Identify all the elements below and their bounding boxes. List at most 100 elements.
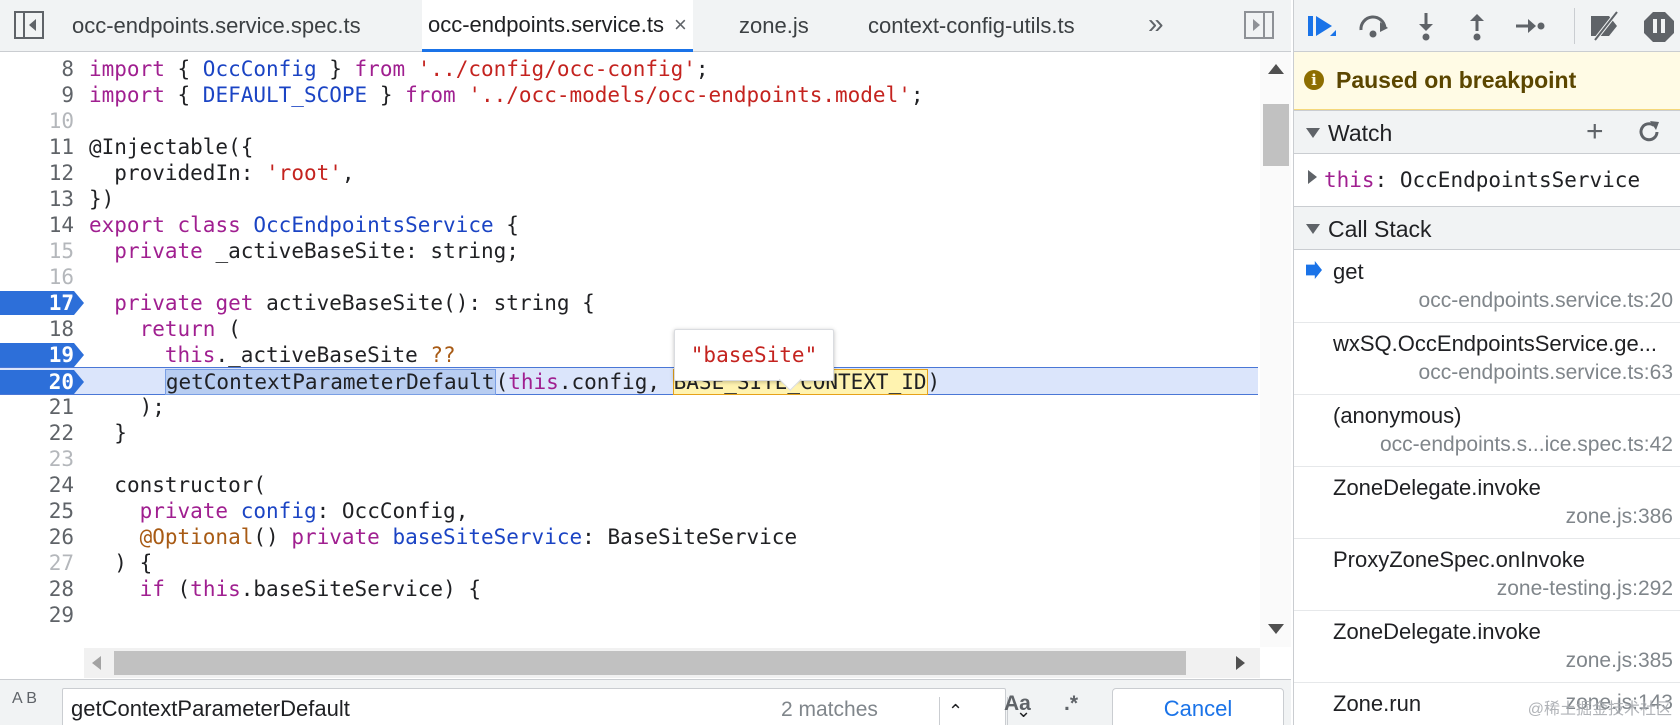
paused-execution-line[interactable]: 20 getContextParameterDefault(this.confi… <box>0 367 1258 395</box>
match-case-toggle[interactable]: Aa <box>1004 692 1031 716</box>
code-line[interactable]: 24 constructor( <box>0 471 1258 499</box>
previous-match-icon[interactable]: ⌃ <box>939 697 971 725</box>
code-line[interactable]: 11 @Injectable({ <box>0 133 1258 161</box>
code-line[interactable]: 13 }) <box>0 185 1258 213</box>
expand-triangle-icon[interactable] <box>1308 170 1317 184</box>
code-line[interactable]: 18 return ( <box>0 315 1258 343</box>
frame-location[interactable]: occ-endpoints.service.ts:20 <box>1419 289 1673 313</box>
tab-context-config-utils[interactable]: context-config-utils.ts <box>862 0 1081 51</box>
code-text: this._activeBaseSite ?? <box>164 343 456 367</box>
collapse-caret-icon[interactable] <box>1306 128 1320 138</box>
call-frame-current[interactable]: get occ-endpoints.service.ts:20 <box>1294 251 1680 323</box>
collapse-caret-icon[interactable] <box>1306 224 1320 234</box>
frame-location[interactable]: zone.js:386 <box>1566 505 1673 529</box>
code-line[interactable]: 23 <box>0 445 1258 473</box>
line-number[interactable]: 12 <box>0 159 74 187</box>
line-number[interactable]: 19 <box>0 341 74 369</box>
watch-expression[interactable]: this: OccEndpointsService <box>1294 156 1680 204</box>
scroll-up-icon[interactable] <box>1268 64 1284 74</box>
scroll-right-icon[interactable] <box>1236 656 1245 670</box>
code-line[interactable]: 22 } <box>0 419 1258 447</box>
step-out-icon[interactable] <box>1460 10 1494 42</box>
code-line[interactable]: 9 import { DEFAULT_SCOPE } from '../occ-… <box>0 81 1258 109</box>
scroll-down-icon[interactable] <box>1268 624 1284 634</box>
code-line[interactable]: 17 private get activeBaseSite(): string … <box>0 289 1258 317</box>
line-number[interactable]: 13 <box>0 185 74 213</box>
tab-occ-endpoints-spec[interactable]: occ-endpoints.service.spec.ts <box>66 0 367 51</box>
debugger-toolbar <box>1294 0 1680 52</box>
call-frame[interactable]: wxSQ.OccEndpointsService.ge... occ-endpo… <box>1294 323 1680 395</box>
code-text: ) { <box>89 551 153 575</box>
add-expression-icon[interactable]: + <box>1586 115 1604 149</box>
scrollbar-thumb[interactable] <box>1263 104 1289 166</box>
line-number[interactable]: 10 <box>0 107 74 135</box>
line-number[interactable]: 23 <box>0 445 74 473</box>
more-tabs-icon[interactable]: » <box>1148 9 1164 39</box>
watch-section-header[interactable]: Watch + <box>1294 110 1680 154</box>
line-number[interactable]: 14 <box>0 211 74 239</box>
line-number[interactable]: 9 <box>0 81 74 109</box>
scroll-left-icon[interactable] <box>92 656 101 670</box>
toggle-debugger-icon[interactable] <box>1244 11 1274 39</box>
refresh-icon[interactable] <box>1636 119 1662 145</box>
step-into-icon[interactable] <box>1409 10 1443 42</box>
code-line[interactable]: 21 ); <box>0 393 1258 421</box>
code-editor[interactable]: 8 import { OccConfig } from '../config/o… <box>0 52 1258 647</box>
tab-occ-endpoints-service[interactable]: occ-endpoints.service.ts × <box>422 0 693 52</box>
code-line[interactable]: 27 ) { <box>0 549 1258 577</box>
code-line[interactable]: 14 export class OccEndpointsService { <box>0 211 1258 239</box>
code-line[interactable]: 28 if (this.baseSiteService) { <box>0 575 1258 603</box>
frame-location[interactable]: occ-endpoints.s...ice.spec.ts:42 <box>1380 433 1673 457</box>
editor-pane: occ-endpoints.service.spec.ts occ-endpoi… <box>0 0 1291 725</box>
code-line[interactable]: 26 @Optional() private baseSiteService: … <box>0 523 1258 551</box>
line-number[interactable]: 8 <box>0 55 74 83</box>
line-number[interactable]: 17 <box>0 289 74 317</box>
code-text: constructor( <box>114 473 267 497</box>
step-icon[interactable] <box>1512 10 1546 42</box>
vertical-scrollbar[interactable] <box>1260 52 1291 647</box>
line-number[interactable]: 18 <box>0 315 74 343</box>
replace-toggle-icon[interactable]: A B <box>12 691 37 707</box>
line-number[interactable]: 24 <box>0 471 74 499</box>
call-frame[interactable]: ProxyZoneSpec.onInvoke zone-testing.js:2… <box>1294 539 1680 611</box>
code-line[interactable]: 8 import { OccConfig } from '../config/o… <box>0 55 1258 83</box>
code-line[interactable]: 29 <box>0 601 1258 629</box>
frame-location[interactable]: zone-testing.js:292 <box>1497 577 1673 601</box>
horizontal-scrollbar[interactable] <box>84 648 1260 678</box>
close-tab-icon[interactable]: × <box>674 12 687 37</box>
code-line[interactable]: 15 private _activeBaseSite: string; <box>0 237 1258 265</box>
code-line[interactable]: 10 <box>0 107 1258 135</box>
code-line[interactable]: 19 this._activeBaseSite ?? <box>0 341 1258 369</box>
tab-zone-js[interactable]: zone.js <box>733 0 815 51</box>
line-number[interactable]: 29 <box>0 601 74 629</box>
code-line[interactable]: 12 providedIn: 'root', <box>0 159 1258 187</box>
line-number[interactable]: 21 <box>0 393 74 421</box>
line-number[interactable]: 16 <box>0 263 74 291</box>
cancel-button[interactable]: Cancel <box>1112 688 1284 725</box>
line-number[interactable]: 20 <box>0 368 74 396</box>
toggle-navigator-icon[interactable] <box>14 11 44 39</box>
line-number[interactable]: 25 <box>0 497 74 525</box>
call-frame[interactable]: ZoneDelegate.invoke zone.js:386 <box>1294 467 1680 539</box>
line-number[interactable]: 26 <box>0 523 74 551</box>
frame-location[interactable]: occ-endpoints.service.ts:63 <box>1419 361 1673 385</box>
line-number[interactable]: 11 <box>0 133 74 161</box>
call-frame[interactable]: (anonymous) occ-endpoints.s...ice.spec.t… <box>1294 395 1680 467</box>
step-over-icon[interactable] <box>1356 10 1390 42</box>
frame-location[interactable]: zone.js:385 <box>1566 649 1673 673</box>
search-input[interactable] <box>71 693 751 725</box>
deactivate-breakpoints-icon[interactable] <box>1587 10 1621 42</box>
line-number[interactable]: 27 <box>0 549 74 577</box>
code-line[interactable]: 25 private config: OccConfig, <box>0 497 1258 525</box>
toolbar-divider <box>1574 8 1575 44</box>
line-number[interactable]: 28 <box>0 575 74 603</box>
code-line[interactable]: 16 <box>0 263 1258 291</box>
scrollbar-thumb[interactable] <box>114 651 1186 675</box>
pause-on-exceptions-icon[interactable] <box>1642 10 1676 42</box>
call-stack-section-header[interactable]: Call Stack <box>1294 206 1680 250</box>
call-frame[interactable]: ZoneDelegate.invoke zone.js:385 <box>1294 611 1680 683</box>
line-number[interactable]: 15 <box>0 237 74 265</box>
regex-toggle[interactable]: .* <box>1064 692 1078 716</box>
resume-icon[interactable] <box>1304 10 1338 42</box>
line-number[interactable]: 22 <box>0 419 74 447</box>
